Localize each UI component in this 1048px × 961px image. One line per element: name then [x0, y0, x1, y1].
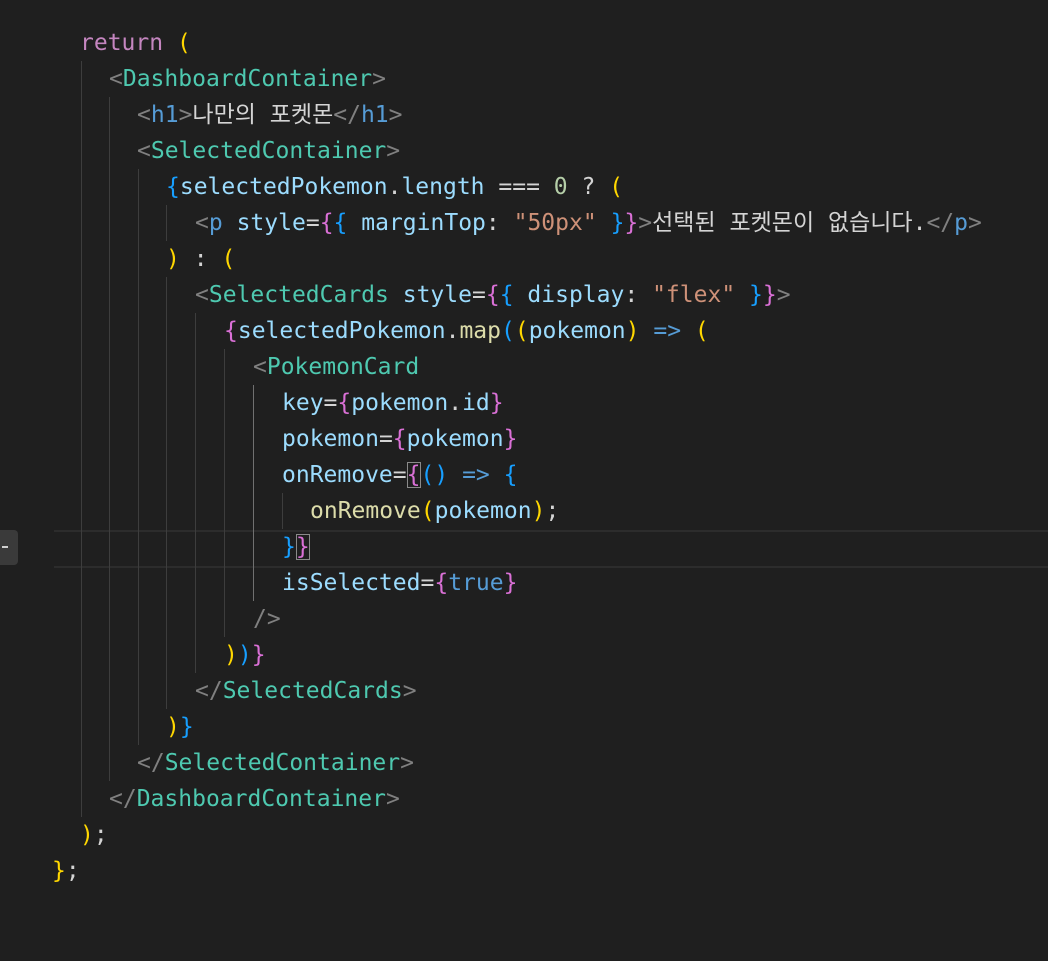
code-line: ))} [224, 642, 266, 668]
identifier: selectedPokemon [237, 318, 446, 344]
operator: === [498, 174, 540, 200]
identifier: id [462, 390, 490, 416]
html-tag: p [208, 210, 223, 236]
jsx-text: 나만의 포켓몬 [192, 102, 334, 128]
jsx-text: 선택된 포켓몬이 없습니다. [652, 210, 927, 236]
string-literal: "flex" [652, 282, 736, 308]
keyword: return [80, 30, 164, 56]
jsx-attribute: isSelected [282, 570, 421, 596]
code-line: isSelected={true} [282, 570, 518, 596]
code-editor[interactable]: return ( <DashboardContainer> <h1>나만의 포켓… [0, 0, 1048, 916]
code-line: pokemon={pokemon} [282, 426, 518, 452]
code-line: onRemove(pokemon); [310, 498, 560, 524]
component-tag: SelectedCards [222, 678, 403, 704]
identifier: selectedPokemon [179, 174, 388, 200]
code-line: </SelectedCards> [195, 678, 417, 704]
jsx-attribute: pokemon [282, 426, 379, 452]
identifier: pokemon [351, 390, 449, 416]
code-line: <p style={{ marginTop: "50px" }}>선택된 포켓몬… [195, 210, 982, 236]
string-literal: "50px" [513, 210, 597, 236]
code-line: </DashboardContainer> [109, 786, 400, 812]
code-line: </SelectedContainer> [137, 750, 414, 776]
identifier: marginTop [361, 210, 486, 236]
identifier: pokemon [528, 318, 626, 344]
code-line-current: }} [282, 534, 310, 560]
identifier: pokemon [406, 426, 504, 452]
bracket-match-highlight: } [295, 534, 310, 560]
jsx-attribute: style [402, 282, 472, 308]
function-name: onRemove [310, 498, 421, 524]
html-tag: h1 [360, 102, 389, 128]
operator: => [462, 462, 490, 488]
component-tag: DashboardContainer [122, 66, 373, 92]
bracket-match-highlight: { [406, 462, 421, 488]
code-line: ); [80, 822, 108, 848]
component-tag: SelectedContainer [150, 138, 387, 164]
identifier: length [401, 174, 485, 200]
component-tag: PokemonCard [266, 354, 420, 380]
code-line: }; [52, 858, 80, 884]
code-line: key={pokemon.id} [282, 390, 504, 416]
code-line: )} [166, 714, 194, 740]
number-literal: 0 [553, 174, 568, 200]
jsx-attribute: style [236, 210, 306, 236]
code-line: <SelectedCards style={{ display: "flex" … [195, 282, 791, 308]
function-name: map [459, 318, 501, 344]
code-line: {selectedPokemon.length === 0 ? ( [166, 174, 624, 200]
code-line: ) : ( [166, 246, 236, 272]
code-line: <h1>나만의 포켓몬</h1> [137, 102, 403, 128]
html-tag: h1 [150, 102, 179, 128]
component-tag: DashboardContainer [136, 786, 386, 812]
identifier: pokemon [434, 498, 532, 524]
code-line: <PokemonCard [253, 354, 420, 380]
jsx-attribute: key [282, 390, 324, 416]
boolean-literal: true [448, 570, 504, 596]
jsx-attribute: onRemove [282, 462, 393, 488]
code-line: <DashboardContainer> [109, 66, 386, 92]
code-line: {selectedPokemon.map((pokemon) => ( [224, 318, 709, 344]
code-line: return ( [80, 30, 191, 56]
code-line: /> [253, 606, 281, 632]
html-tag: p [954, 210, 969, 236]
operator: => [653, 318, 682, 344]
code-line: <SelectedContainer> [137, 138, 401, 164]
code-line: onRemove={() => { [282, 462, 518, 488]
component-tag: SelectedCards [208, 282, 389, 308]
identifier: display [527, 282, 625, 308]
component-tag: SelectedContainer [164, 750, 401, 776]
